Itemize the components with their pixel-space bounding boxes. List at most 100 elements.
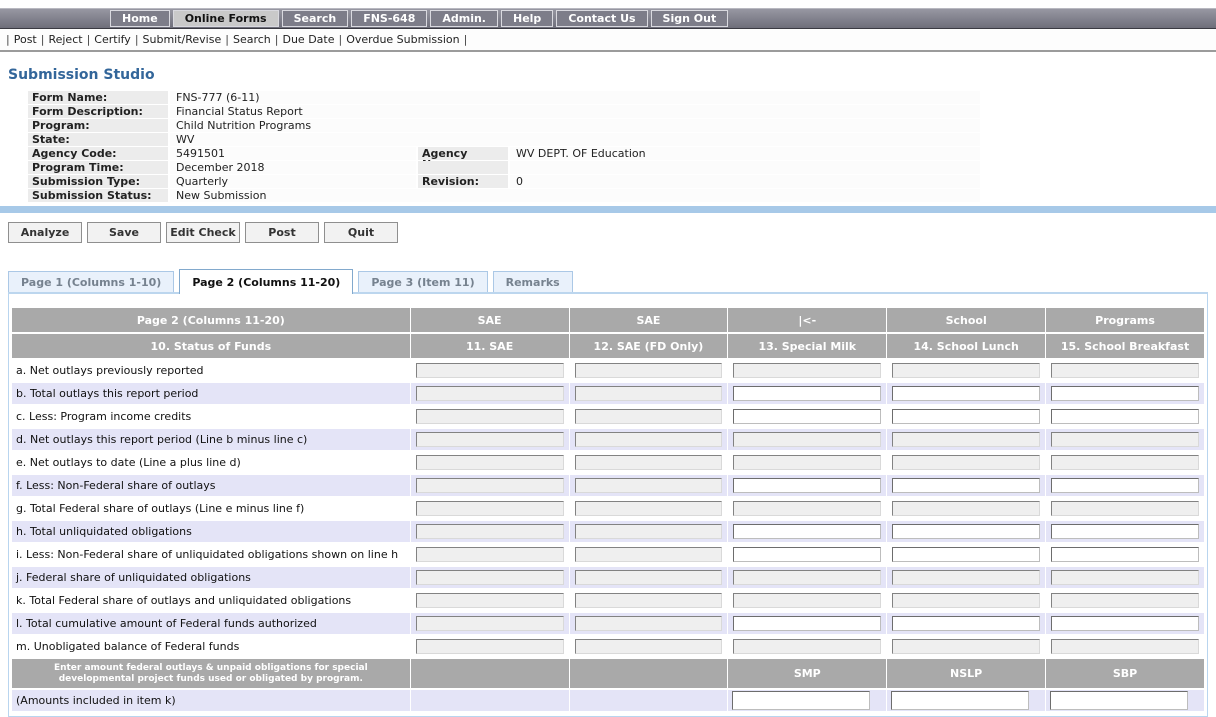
table-row-f: f. Less: Non-Federal share of outlays (12, 475, 1204, 496)
cell-rowg-col13 (728, 498, 886, 519)
cell-rowi-col14 (887, 544, 1045, 565)
nav-item-home[interactable]: Home (110, 10, 170, 27)
row-label-g: g. Total Federal share of outlays (Line … (12, 498, 410, 519)
special-header-empty-1 (570, 659, 728, 688)
input-rowh-col15[interactable] (1051, 524, 1199, 539)
nav-item-admin[interactable]: Admin. (430, 10, 498, 27)
input-rowg-col11 (416, 501, 564, 516)
input-rowm-col13 (733, 639, 881, 654)
submenu-separator: | (225, 33, 229, 46)
amounts-cell-col14 (887, 690, 1045, 711)
input-rowf-col11 (416, 478, 564, 493)
cell-rowc-col13 (728, 406, 886, 427)
submenu-item-overdue-submission[interactable]: Overdue Submission (346, 33, 459, 46)
submenu-item-search[interactable]: Search (233, 33, 271, 46)
info-label2-empty (418, 161, 508, 174)
input-rowi-col13[interactable] (733, 547, 881, 562)
table-row-b: b. Total outlays this report period (12, 383, 1204, 404)
input-rowc-col15[interactable] (1051, 409, 1199, 424)
table-row-g: g. Total Federal share of outlays (Line … (12, 498, 1204, 519)
special-header-sbp: SBP (1046, 659, 1204, 688)
nav-item-sign-out[interactable]: Sign Out (651, 10, 729, 27)
submenu-separator: | (135, 33, 139, 46)
submenu-item-post[interactable]: Post (14, 33, 37, 46)
cell-rowm-col13 (728, 636, 886, 657)
nav-item-online-forms[interactable]: Online Forms (173, 10, 279, 27)
nav-item-fns-648[interactable]: FNS-648 (351, 10, 427, 27)
input-rowf-col13[interactable] (733, 478, 881, 493)
divider-bar (0, 206, 1216, 213)
input-rowh-col11 (416, 524, 564, 539)
analyze-button[interactable]: Analyze (8, 222, 82, 243)
input-rowf-col15[interactable] (1051, 478, 1199, 493)
cell-rowi-col12 (570, 544, 728, 565)
row-label-h: h. Total unliquidated obligations (12, 521, 410, 542)
input-amounts-smp[interactable] (732, 691, 870, 710)
input-rowc-col12 (575, 409, 723, 424)
input-rowd-col13 (733, 432, 881, 447)
row-label-k: k. Total Federal share of outlays and un… (12, 590, 410, 611)
input-rowh-col12 (575, 524, 723, 539)
input-rowc-col14[interactable] (892, 409, 1040, 424)
cell-rowh-col13 (728, 521, 886, 542)
cell-rowf-col12 (570, 475, 728, 496)
cell-rowg-col15 (1046, 498, 1204, 519)
cell-rowa-col14 (887, 360, 1045, 381)
input-rowj-col12 (575, 570, 723, 585)
cell-rowd-col13 (728, 429, 886, 450)
input-rowj-col15 (1051, 570, 1199, 585)
submenu-item-due-date[interactable]: Due Date (282, 33, 334, 46)
input-rowl-col13[interactable] (733, 616, 881, 631)
input-rowc-col13[interactable] (733, 409, 881, 424)
nav-item-help[interactable]: Help (501, 10, 553, 27)
special-header-label: Enter amount federal outlays & unpaid ob… (12, 659, 410, 688)
input-rowh-col14[interactable] (892, 524, 1040, 539)
input-amounts-sbp[interactable] (1050, 691, 1188, 710)
input-rowl-col15[interactable] (1051, 616, 1199, 631)
input-rowi-col14[interactable] (892, 547, 1040, 562)
input-rowi-col15[interactable] (1051, 547, 1199, 562)
input-rowb-col14[interactable] (892, 386, 1040, 401)
info-label2-agency-name: Agency Name: (418, 147, 508, 160)
input-rowl-col14[interactable] (892, 616, 1040, 631)
input-rowi-col11 (416, 547, 564, 562)
info-label2-revision: Revision: (418, 175, 508, 188)
submenu-item-submit-revise[interactable]: Submit/Revise (143, 33, 222, 46)
nav-item-contact-us[interactable]: Contact Us (556, 10, 647, 27)
cell-rowg-col12 (570, 498, 728, 519)
info-value2-agency-name: WV DEPT. OF Education (510, 147, 980, 160)
cell-rowf-col14 (887, 475, 1045, 496)
quit-button[interactable]: Quit (324, 222, 398, 243)
input-rowb-col15[interactable] (1051, 386, 1199, 401)
column-header-14-school-lunch: 14. School Lunch (887, 334, 1045, 358)
submenu-item-certify[interactable]: Certify (94, 33, 131, 46)
table-row-i: i. Less: Non-Federal share of unliquidat… (12, 544, 1204, 565)
cell-rowj-col13 (728, 567, 886, 588)
submenu-item-reject[interactable]: Reject (48, 33, 82, 46)
edit-check-button[interactable]: Edit Check (166, 222, 240, 243)
tab-page-2-columns-11-20[interactable]: Page 2 (Columns 11-20) (179, 269, 353, 294)
page-title: Submission Studio (8, 67, 1216, 83)
tab-remarks[interactable]: Remarks (493, 271, 573, 292)
input-rowb-col13[interactable] (733, 386, 881, 401)
nav-item-search[interactable]: Search (282, 10, 349, 27)
info-label-form-name: Form Name: (28, 91, 168, 104)
row-label-f: f. Less: Non-Federal share of outlays (12, 475, 410, 496)
input-rowf-col12 (575, 478, 723, 493)
save-button[interactable]: Save (87, 222, 161, 243)
tab-page-3-item-11[interactable]: Page 3 (Item 11) (358, 271, 487, 292)
input-rowh-col13[interactable] (733, 524, 881, 539)
input-amounts-nslp[interactable] (891, 691, 1029, 710)
group-header-sae: SAE (411, 308, 569, 332)
info-value-agency-code: 5491501 (170, 147, 416, 160)
input-rowf-col14[interactable] (892, 478, 1040, 493)
cell-rowb-col14 (887, 383, 1045, 404)
input-rowj-col11 (416, 570, 564, 585)
post-button[interactable]: Post (245, 222, 319, 243)
tab-page-1-columns-1-10[interactable]: Page 1 (Columns 1-10) (8, 271, 174, 292)
cell-rowl-col12 (570, 613, 728, 634)
info-label-submission-type: Submission Type: (28, 175, 168, 188)
cell-rowa-col13 (728, 360, 886, 381)
info-label-program: Program: (28, 119, 168, 132)
row-label-i: i. Less: Non-Federal share of unliquidat… (12, 544, 410, 565)
